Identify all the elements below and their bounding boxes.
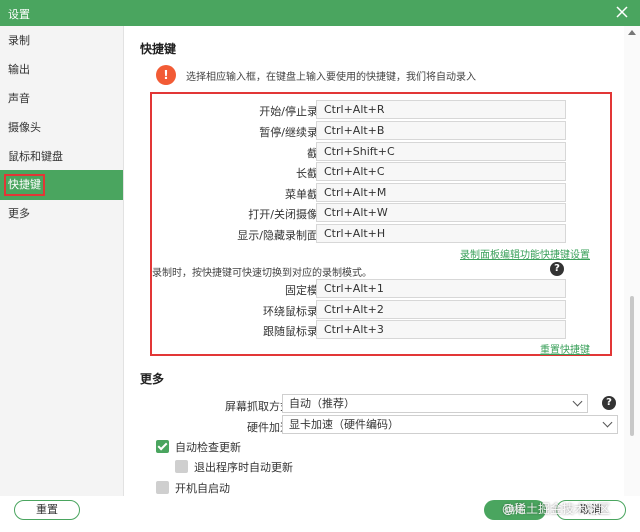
sidebar: 录制 输出 声音 摄像头 鼠标和键盘 快捷键 更多 — [0, 26, 124, 532]
chevron-down-icon — [602, 417, 613, 428]
sidebar-item-label: 更多 — [8, 207, 30, 220]
section-title-hotkeys: 快捷键 — [140, 42, 177, 56]
hotkey-row-camera: 打开/关闭摄像头： Ctrl+Alt+W — [152, 203, 610, 223]
hotkey-group-highlight: 开始/停止录制： Ctrl+Alt+R 暂停/继续录制： Ctrl+Alt+B … — [150, 92, 612, 356]
hotkey-input-around-mouse[interactable]: Ctrl+Alt+2 — [316, 300, 566, 319]
hotkey-input-follow-mouse[interactable]: Ctrl+Alt+3 — [316, 320, 566, 339]
hotkey-input-menu-screenshot[interactable]: Ctrl+Alt+M — [316, 183, 566, 202]
hotkey-input-pause-resume[interactable]: Ctrl+Alt+B — [316, 121, 566, 140]
hotkey-input-long-screenshot[interactable]: Ctrl+Alt+C — [316, 162, 566, 181]
hotkey-row-screenshot: 截图： Ctrl+Shift+C — [152, 142, 610, 162]
hotkey-input-camera[interactable]: Ctrl+Alt+W — [316, 203, 566, 222]
capture-method-select[interactable]: 自动（推荐） — [282, 394, 588, 413]
hotkey-row-fixed-mode: 固定模式： Ctrl+Alt+1 — [152, 279, 610, 299]
sidebar-item-record[interactable]: 录制 — [0, 26, 123, 56]
sidebar-item-more[interactable]: 更多 — [0, 199, 123, 229]
settings-content: 快捷键 ! 选择相应输入框，在键盘上输入要使用的快捷键，我们将自动录入 开始/停… — [124, 26, 624, 496]
title-bar: 设置 — [0, 0, 640, 26]
watermark: @稀土掘金技术社区 — [502, 502, 611, 516]
capture-method-value: 自动（推荐） — [289, 397, 355, 410]
help-icon[interactable]: ? — [550, 262, 564, 276]
sidebar-item-camera[interactable]: 摄像头 — [0, 113, 123, 143]
sidebar-item-label: 声音 — [8, 92, 30, 105]
warning-icon: ! — [156, 65, 176, 85]
sidebar-item-label: 摄像头 — [8, 121, 41, 134]
startup-checkbox[interactable] — [156, 481, 169, 494]
sidebar-item-hotkeys[interactable]: 快捷键 — [0, 170, 123, 200]
sidebar-item-label: 快捷键 — [4, 174, 45, 196]
hotkey-input-fixed-mode[interactable]: Ctrl+Alt+1 — [316, 279, 566, 298]
scrollbar-thumb[interactable] — [630, 296, 634, 436]
hotkey-row-follow-mouse: 跟随鼠标录制： Ctrl+Alt+3 — [152, 320, 610, 340]
update-on-exit-label: 退出程序时自动更新 — [194, 461, 293, 474]
hotkey-tip: ! 选择相应输入框，在键盘上输入要使用的快捷键，我们将自动录入 — [156, 64, 596, 86]
hotkey-input-start-stop[interactable]: Ctrl+Alt+R — [316, 100, 566, 119]
chevron-down-icon — [572, 396, 583, 407]
sidebar-item-mouse-keyboard[interactable]: 鼠标和键盘 — [0, 142, 123, 172]
help-icon[interactable]: ? — [602, 396, 616, 410]
hotkey-row-long-screenshot: 长截图： Ctrl+Alt+C — [152, 162, 610, 182]
startup-label: 开机自启动 — [175, 482, 230, 495]
sidebar-item-label: 输出 — [8, 63, 30, 76]
hw-accel-select[interactable]: 显卡加速（硬件编码） — [282, 415, 618, 434]
scroll-up-icon[interactable] — [628, 30, 636, 35]
hotkey-tip-text: 选择相应输入框，在键盘上输入要使用的快捷键，我们将自动录入 — [186, 72, 476, 83]
section-title-more: 更多 — [140, 372, 165, 386]
hotkey-row-around-mouse: 环绕鼠标录制： Ctrl+Alt+2 — [152, 300, 610, 320]
sidebar-item-output[interactable]: 输出 — [0, 55, 123, 85]
window-title: 设置 — [8, 8, 30, 21]
sidebar-item-label: 录制 — [8, 34, 30, 47]
footer: 重置 确定 取消 @稀土掘金技术社区 — [0, 496, 640, 532]
hw-accel-value: 显卡加速（硬件编码） — [289, 418, 399, 431]
close-icon[interactable] — [614, 4, 630, 20]
update-on-exit-checkbox[interactable] — [175, 460, 188, 473]
hotkey-row-panel: 显示/隐藏录制面板： Ctrl+Alt+H — [152, 224, 610, 244]
panel-hotkey-settings-link[interactable]: 录制面板编辑功能快捷键设置 — [460, 246, 590, 261]
sidebar-item-sound[interactable]: 声音 — [0, 84, 123, 114]
hotkey-row-pause-resume: 暂停/继续录制： Ctrl+Alt+B — [152, 121, 610, 141]
hotkey-row-menu-screenshot: 菜单截图： Ctrl+Alt+M — [152, 183, 610, 203]
auto-update-label: 自动检查更新 — [175, 441, 241, 454]
hotkey-row-start-stop: 开始/停止录制： Ctrl+Alt+R — [152, 100, 610, 120]
reset-button[interactable]: 重置 — [14, 500, 80, 520]
hotkey-input-screenshot[interactable]: Ctrl+Shift+C — [316, 142, 566, 161]
auto-update-checkbox[interactable] — [156, 440, 169, 453]
mode-info-text: 录制时，按快捷键可快速切换到对应的录制模式。 — [152, 268, 372, 279]
hotkey-input-panel[interactable]: Ctrl+Alt+H — [316, 224, 566, 243]
sidebar-item-label: 鼠标和键盘 — [8, 150, 63, 163]
reset-hotkeys-link[interactable]: 重置快捷键 — [540, 341, 590, 356]
